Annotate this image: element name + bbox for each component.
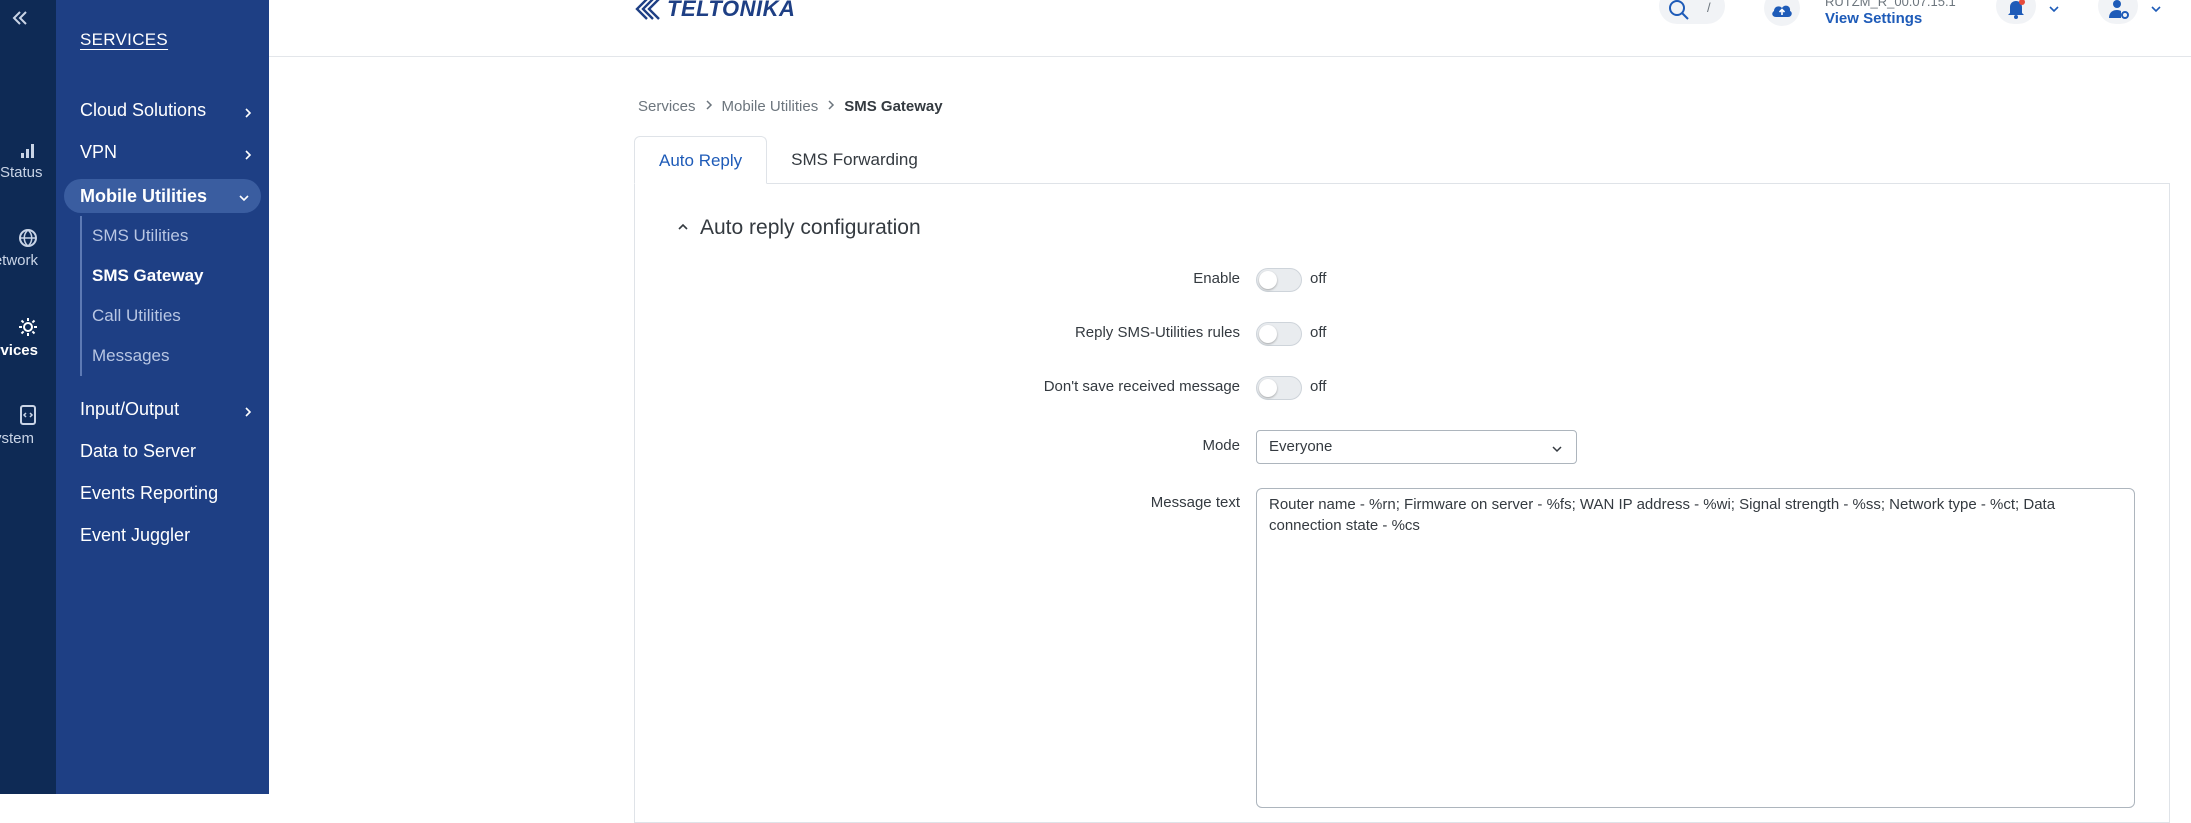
search-shortcut-key: / (1707, 0, 1711, 15)
view-settings-link[interactable]: View Settings (1825, 10, 1922, 27)
nav-item-label: Events Reporting (80, 483, 219, 503)
rail-item-system[interactable]: System (0, 404, 56, 447)
chevron-down-icon (237, 189, 251, 203)
enable-label: Enable (1193, 270, 1240, 287)
notifications-button[interactable] (1996, 0, 2036, 24)
section-title: Auto reply configuration (700, 216, 921, 239)
reply-rules-toggle[interactable] (1256, 322, 1302, 346)
nav-item-label: Input/Output (80, 399, 180, 419)
nav-item-cloud-solutions[interactable]: Cloud Solutions (80, 100, 255, 121)
chevron-right-icon (241, 104, 255, 118)
section-header[interactable]: Auto reply configuration (676, 216, 921, 240)
dont-save-toggle[interactable] (1256, 376, 1302, 400)
icon-rail: Status Network Services System (0, 0, 56, 794)
chevron-down-icon (1552, 446, 1562, 453)
nav-item-label: Mobile Utilities (80, 185, 208, 206)
mode-label: Mode (1202, 437, 1240, 454)
teltonika-logo[interactable]: TELTONIKA (633, 0, 795, 22)
subnav-item-messages[interactable]: Messages (82, 336, 240, 376)
rail-label-system: System (0, 430, 34, 447)
nav-title: SERVICES (80, 30, 169, 49)
subnav-item-call-utilities[interactable]: Call Utilities (82, 296, 240, 336)
firmware-version: RUTZM_R_00.07.15.1 (1825, 0, 1956, 9)
chevron-down-icon[interactable] (2047, 2, 2061, 21)
cloud-upload-icon (1770, 0, 1794, 25)
chevron-right-icon (241, 403, 255, 417)
message-text-area[interactable]: Router name - %rn; Firmware on server - … (1256, 488, 2135, 808)
cloud-button[interactable] (1764, 0, 1800, 26)
mode-select[interactable]: Everyone (1256, 430, 1577, 464)
tab-sms-forwarding[interactable]: SMS Forwarding (767, 136, 942, 184)
nav-item-events-reporting[interactable]: Events Reporting (80, 483, 255, 504)
subnav-item-sms-utilities[interactable]: SMS Utilities (82, 216, 240, 256)
nav-item-event-juggler[interactable]: Event Juggler (80, 525, 255, 546)
system-icon (0, 404, 56, 426)
collapse-sidebar-icon[interactable] (8, 6, 32, 30)
breadcrumb-current: SMS Gateway (844, 98, 943, 115)
rail-item-services[interactable]: Services (0, 316, 56, 359)
nav-item-label: Event Juggler (80, 525, 191, 545)
tab-auto-reply[interactable]: Auto Reply (634, 136, 768, 184)
user-settings-icon (2108, 0, 2130, 25)
top-header: TELTONIKA / RUTZM_R_00.07.15.1 View Sett… (269, 0, 2191, 57)
nav-item-vpn[interactable]: VPN (80, 142, 255, 163)
nav-item-label: Cloud Solutions (80, 100, 207, 120)
reply-rules-label: Reply SMS-Utilities rules (1074, 324, 1240, 341)
rail-label-status: Status (0, 164, 42, 181)
rail-item-status[interactable]: Status (0, 140, 56, 181)
rail-label-services: Services (0, 342, 38, 359)
chevron-right-icon (826, 98, 836, 115)
enable-toggle[interactable] (1256, 268, 1302, 292)
subnav-item-sms-gateway[interactable]: SMS Gateway (82, 256, 240, 296)
nav-item-label: Data to Server (80, 441, 197, 461)
chevron-right-icon (704, 98, 714, 115)
bell-icon (2006, 0, 2026, 25)
breadcrumb: Services Mobile Utilities SMS Gateway (638, 98, 943, 115)
chevron-up-icon (676, 216, 690, 240)
rail-item-network[interactable]: Network (0, 228, 56, 269)
mode-value: Everyone (1269, 438, 1333, 455)
breadcrumb-services[interactable]: Services (638, 98, 696, 115)
search-button[interactable] (1659, 0, 1725, 24)
nav-item-label: VPN (80, 142, 118, 162)
reply-rules-state: off (1310, 324, 1327, 341)
dont-save-label: Don't save received message (1043, 378, 1240, 395)
mobile-utilities-subnav: SMS Utilities SMS Gateway Call Utilities… (80, 216, 240, 376)
nav-item-input-output[interactable]: Input/Output (80, 399, 255, 420)
rail-label-network: Network (0, 252, 38, 269)
nav-item-mobile-utilities[interactable]: Mobile Utilities (64, 179, 261, 213)
logo-text: TELTONIKA (667, 0, 796, 21)
search-icon (1667, 0, 1691, 27)
nav-item-data-to-server[interactable]: Data to Server (80, 441, 255, 462)
services-nav: SERVICES Cloud Solutions VPN Mobile Util… (56, 0, 269, 794)
signal-icon (0, 140, 56, 160)
globe-icon (0, 228, 56, 248)
user-menu-button[interactable] (2098, 0, 2138, 24)
gear-icon (0, 316, 56, 338)
message-text-label: Message text (1150, 494, 1240, 511)
enable-state: off (1310, 270, 1327, 287)
chevron-down-icon[interactable] (2149, 2, 2163, 21)
tab-bar: Auto Reply SMS Forwarding (634, 136, 942, 184)
chevron-right-icon (241, 146, 255, 160)
dont-save-state: off (1310, 378, 1327, 395)
breadcrumb-mobile-utilities[interactable]: Mobile Utilities (722, 98, 819, 115)
